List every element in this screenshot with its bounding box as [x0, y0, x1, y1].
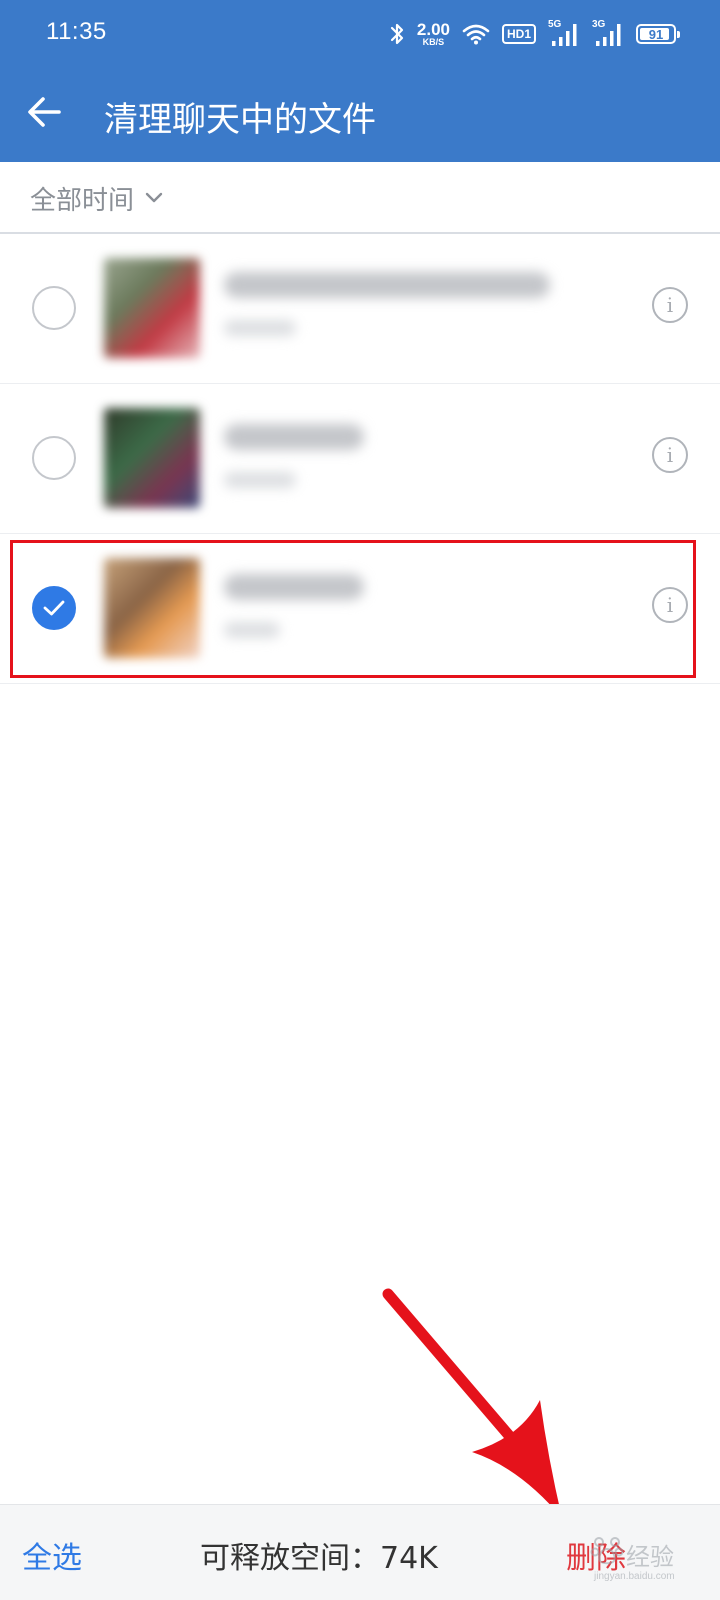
info-icon[interactable]: i [652, 437, 688, 473]
file-thumbnail [104, 558, 200, 658]
wifi-icon [462, 23, 490, 45]
select-checkbox[interactable] [32, 436, 76, 480]
arrow-left-icon [28, 97, 61, 127]
check-icon [43, 600, 65, 616]
file-thumbnail [104, 258, 200, 358]
signal-2-label: 3G [592, 19, 606, 30]
network-speed-value: 2.00 [416, 20, 450, 39]
file-name-blurred [224, 574, 364, 600]
hd-badge: HD1 [501, 24, 536, 44]
select-checkbox[interactable] [32, 586, 76, 630]
time-filter-label: 全部时间 [30, 185, 135, 216]
file-item[interactable]: i [0, 534, 720, 684]
status-bar: 11:35 2.00 KB/S HD1 5G 3G 91 [0, 0, 720, 66]
file-meta-blurred [224, 472, 296, 488]
file-meta-blurred [224, 622, 280, 638]
network-speed: 2.00 KB/S [417, 21, 450, 47]
network-speed-unit: KB/S [422, 37, 445, 47]
info-icon[interactable]: i [652, 287, 688, 323]
back-button[interactable] [22, 90, 66, 134]
file-meta-blurred [224, 320, 296, 336]
battery-icon: 91 [636, 24, 680, 44]
chevron-down-icon [145, 192, 163, 203]
bluetooth-icon [389, 21, 405, 47]
status-icons: 2.00 KB/S HD1 5G 3G 91 [389, 18, 680, 50]
signal-1-label: 5G [548, 19, 562, 30]
file-list: i i i [0, 234, 720, 684]
file-item[interactable]: i [0, 234, 720, 384]
watermark-text: 经验 [626, 1543, 674, 1571]
battery-level: 91 [648, 26, 664, 42]
signal-icon: 5G [548, 19, 580, 47]
header: 11:35 2.00 KB/S HD1 5G 3G 91 清理聊天中的文件 [0, 0, 720, 162]
filter-bar: 全部时间 [0, 162, 720, 234]
file-name-blurred [224, 272, 550, 298]
info-icon[interactable]: i [652, 587, 688, 623]
time-filter-dropdown[interactable]: 全部时间 [30, 178, 164, 218]
select-all-button[interactable]: 全选 [22, 1533, 82, 1577]
bottom-action-bar: 全选 可释放空间：74K 删除 经验 jingyan.baidu.com [0, 1504, 720, 1600]
free-space-label: 可释放空间：74K [200, 1541, 438, 1576]
file-thumbnail [104, 408, 200, 508]
app-bar: 清理聊天中的文件 [0, 78, 720, 156]
signal-icon-2: 3G [592, 19, 624, 47]
select-checkbox[interactable] [32, 286, 76, 330]
file-item[interactable]: i [0, 384, 720, 534]
file-name-blurred [224, 424, 364, 450]
delete-button[interactable]: 删除 [566, 1533, 626, 1577]
page-title: 清理聊天中的文件 [104, 100, 376, 140]
status-time: 11:35 [46, 18, 107, 45]
annotation-arrow [382, 1288, 562, 1518]
